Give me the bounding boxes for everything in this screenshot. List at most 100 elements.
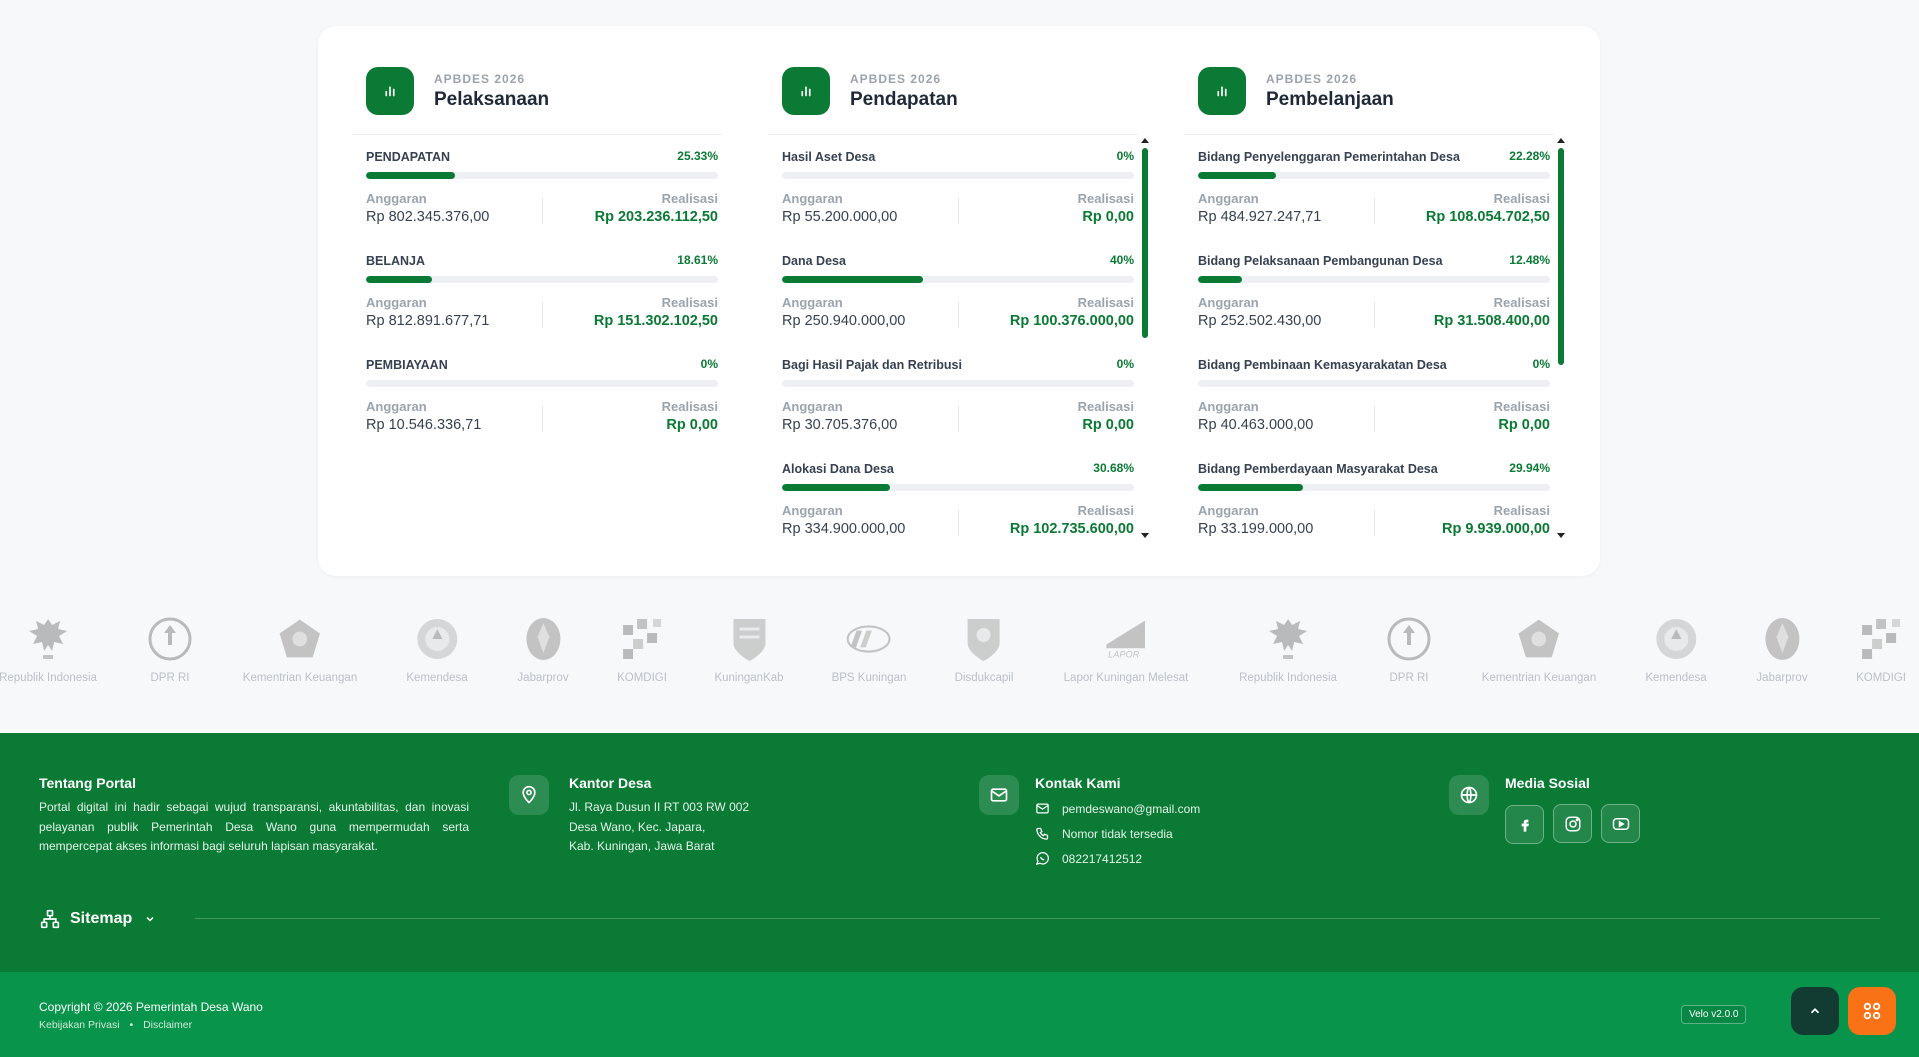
anggaran-label: Anggaran [782,503,843,518]
partner-logo-name: Kementrian Keuangan [1481,672,1597,684]
partner-logo-name: KOMDIGI [617,672,667,684]
version-badge: Velo v2.0.0 [1681,1005,1747,1024]
list-scrollbar[interactable] [1141,138,1149,538]
budget-list[interactable]: Bidang Penyelenggaran Pemerintahan Desa 2… [1198,146,1550,558]
svg-text:LAPOR: LAPOR [1109,649,1141,659]
partner-logo[interactable]: Jabarprov [1756,614,1808,684]
partner-logo[interactable]: DPR RI [147,614,193,684]
partner-logo[interactable]: Disdukcapil [955,614,1013,684]
column-title: Pelaksanaan [434,88,550,110]
footer-about-title: Tentang Portal [39,775,136,791]
realisasi-label: Realisasi [661,191,718,206]
scrollbar-thumb[interactable] [1142,148,1148,338]
budget-item: Bidang Penyelenggaran Pemerintahan Desa 2… [1198,146,1550,250]
budget-item-percent: 0% [1116,357,1134,371]
partner-logo[interactable]: Republik Indonesia [1239,614,1337,684]
anggaran-value: Rp 55.200.000,00 [782,209,898,225]
partner-logo[interactable]: Kemendesa [1645,614,1707,684]
partner-logo[interactable]: Kemendesa [406,614,468,684]
progress-bar [782,380,1134,387]
quick-menu-button[interactable] [1848,987,1896,1035]
footer-contact-title: Kontak Kami [1035,775,1121,791]
column-divider [1184,134,1554,135]
anggaran-value: Rp 484.927.247,71 [1198,209,1322,225]
budget-item-name: Bagi Hasil Pajak dan Retribusi [782,358,962,372]
facebook-icon [1521,819,1529,832]
privacy-link[interactable]: Kebijakan Privasi [39,1019,120,1031]
partner-logo-name: Jabarprov [1756,672,1808,684]
budget-item-name: BELANJA [366,254,426,268]
progress-bar [782,276,1134,283]
sitemap-toggle[interactable]: Sitemap [40,909,156,929]
realisasi-label: Realisasi [661,295,718,310]
komdigi-logo-icon [619,614,665,664]
partner-logo[interactable]: KuninganKab [714,614,784,684]
anggaran-value: Rp 252.502.430,00 [1198,313,1322,329]
budget-item-name: Alokasi Dana Desa [782,462,894,476]
partner-logo[interactable]: DPR RI [1386,614,1432,684]
partner-logo[interactable]: Kementrian Keuangan [243,614,357,684]
partner-logo[interactable]: Republik Indonesia [0,614,97,684]
scroll-to-top-button[interactable] [1791,987,1839,1035]
anggaran-label: Anggaran [782,399,843,414]
budget-item-percent: 30.68% [1093,461,1134,475]
anggaran-value: Rp 33.199.000,00 [1198,521,1314,537]
value-separator [958,302,959,328]
column-title: Pendapatan [850,88,958,110]
dpr-emblem-icon [147,614,193,664]
sitemap-icon [40,909,60,929]
contact-whatsapp[interactable]: 082217412512 [1035,846,1200,871]
contact-email[interactable]: pemdeswano@gmail.com [1035,796,1200,821]
value-separator [1374,510,1375,536]
column-divider [352,134,722,135]
realisasi-value: Rp 0,00 [666,417,718,433]
footer-office-title: Kantor Desa [569,775,652,791]
value-separator [958,198,959,224]
realisasi-label: Realisasi [1077,295,1134,310]
partner-logo[interactable]: LAPOR Lapor Kuningan Melesat [1064,614,1188,684]
mail-icon [979,775,1019,815]
partner-logo[interactable]: KOMDIGI [617,614,667,684]
list-scrollbar[interactable] [1557,138,1565,538]
footer-bottom-bar: Copyright © 2026 Pemerintah Desa Wano Ke… [0,972,1919,1057]
value-separator [542,302,543,328]
address-line-2: Desa Wano, Kec. Japara, [569,819,706,834]
scrollbar-thumb[interactable] [1558,148,1564,365]
column-eyebrow: APBDES 2026 [434,71,526,86]
scroll-up-arrow-icon[interactable] [1557,138,1565,143]
partner-logo[interactable]: Jabarprov [517,614,569,684]
partner-logo[interactable]: Kementrian Keuangan [1482,614,1596,684]
anggaran-value: Rp 250.940.000,00 [782,313,906,329]
disclaimer-link[interactable]: Disclaimer [143,1019,192,1031]
progress-fill [1198,172,1277,179]
progress-bar [1198,276,1550,283]
anggaran-label: Anggaran [1198,503,1259,518]
instagram-icon [1565,816,1580,831]
budget-item-percent: 25.33% [677,149,718,163]
realisasi-label: Realisasi [1077,399,1134,414]
youtube-button[interactable] [1601,804,1640,843]
instagram-button[interactable] [1553,804,1592,843]
budget-item-percent: 29.94% [1509,461,1550,475]
partner-logo[interactable]: BPS Kuningan [832,614,906,684]
column-header: APBDES 2026 Pendapatan [782,66,958,116]
phone-icon [1036,827,1049,840]
budget-item-name: PENDAPATAN [366,150,451,164]
budget-list[interactable]: Hasil Aset Desa 0% Anggaran Realisasi Rp 55.… [782,146,1134,558]
footer-about-text: Portal digital ini hadir sebagai wujud t… [39,800,469,853]
scroll-up-arrow-icon[interactable] [1141,138,1149,143]
partner-logo[interactable]: KOMDIGI [1856,614,1906,684]
scroll-down-arrow-icon[interactable] [1141,533,1149,538]
apbdes-card: APBDES 2026 Pelaksanaan PENDAPATAN 25.33% An… [318,26,1600,576]
scroll-down-arrow-icon[interactable] [1557,533,1565,538]
bar-chart-icon [366,67,414,115]
budget-item: Bagi Hasil Pajak dan Retribusi 0% Anggaran… [782,354,1134,458]
sitemap-divider [195,918,1880,919]
anggaran-label: Anggaran [1198,191,1259,206]
footer-social-title: Media Sosial [1505,775,1590,791]
contact-email-text: pemdeswano@gmail.com [1062,801,1201,816]
facebook-button[interactable] [1505,805,1544,844]
footer-about: Tentang Portal Portal digital ini hadir … [39,775,469,857]
link-separator: • [129,1019,134,1031]
realisasi-label: Realisasi [1077,503,1134,518]
